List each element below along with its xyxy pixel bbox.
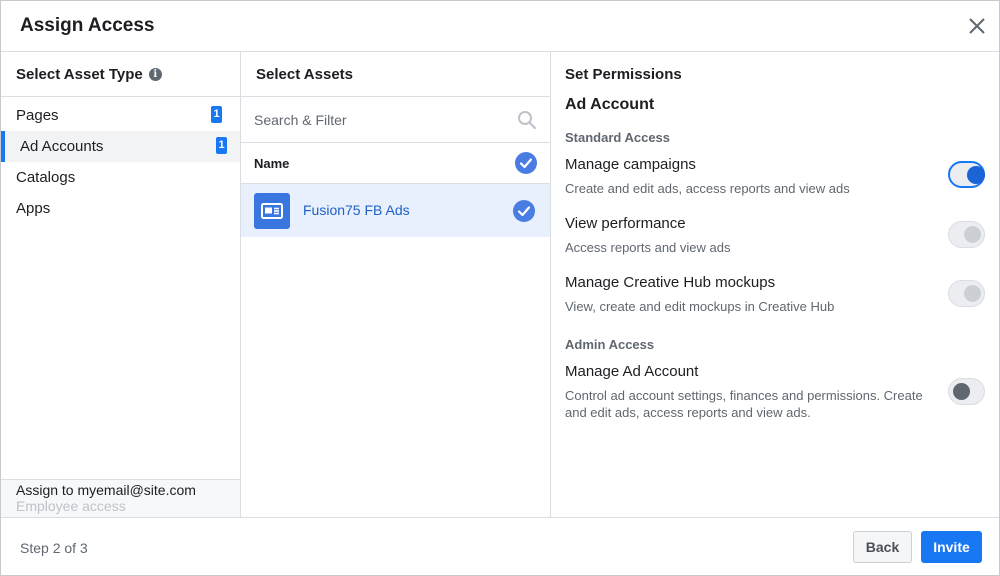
standard-access-label: Standard Access (565, 130, 671, 145)
view-performance-toggle[interactable] (948, 221, 985, 248)
info-icon[interactable]: i (148, 68, 162, 81)
asset-type-catalogs[interactable]: Catalogs (1, 162, 240, 193)
toggle-knob (967, 166, 985, 184)
name-column-header: Name (241, 143, 550, 184)
permissions-column: Set Permissions Ad Account Standard Acce… (551, 52, 999, 517)
permission-section-title: Ad Account (565, 96, 655, 113)
ad-account-icon (254, 193, 290, 229)
selected-check-icon[interactable] (513, 200, 535, 222)
permission-title: View performance (565, 215, 686, 232)
invite-button[interactable]: Invite (921, 531, 982, 563)
asset-row[interactable]: Fusion75 FB Ads (241, 184, 550, 237)
permission-description: View, create and edit mockups in Creativ… (565, 299, 835, 314)
permission-title: Manage campaigns (565, 156, 696, 173)
dialog-footer: Step 2 of 3 Back Invite (1, 517, 999, 575)
asset-type-header: Select Asset Type i (1, 52, 240, 97)
asset-type-apps[interactable]: Apps (1, 193, 240, 224)
permission-description: Control ad account settings, finances an… (565, 388, 923, 420)
assign-to-summary: Assign to myemail@site.com Employee acce… (1, 479, 240, 517)
count-badge: 1 (216, 137, 227, 154)
count-badge: 1 (211, 106, 222, 123)
asset-type-label: Catalogs (16, 169, 76, 186)
select-all-check-icon[interactable] (515, 152, 537, 174)
permissions-header-label: Set Permissions (565, 66, 682, 83)
asset-type-ad-accounts[interactable]: Ad Accounts 1 (1, 131, 240, 162)
search-icon[interactable] (517, 110, 537, 135)
asset-type-label: Ad Accounts (20, 138, 104, 155)
toggle-knob (953, 383, 970, 400)
search-input[interactable] (254, 109, 504, 131)
dialog-title: Assign Access (20, 15, 155, 36)
asset-type-label: Pages (16, 107, 59, 124)
back-button[interactable]: Back (853, 531, 912, 563)
permission-title: Manage Ad Account (565, 363, 699, 380)
dialog-header: Assign Access (1, 1, 999, 52)
assets-header: Select Assets (241, 52, 550, 97)
asset-type-list: Pages 1 Ad Accounts 1 Catalogs Apps (1, 97, 240, 224)
assign-access-dialog: Assign Access Select Asset Type i Pages … (0, 0, 1000, 576)
asset-name: Fusion75 FB Ads (303, 202, 410, 218)
permission-title: Manage Creative Hub mockups (565, 274, 776, 291)
permission-description: Create and edit ads, access reports and … (565, 181, 850, 196)
name-column-label: Name (254, 156, 290, 171)
admin-access-label: Admin Access (565, 337, 655, 352)
close-icon[interactable] (965, 14, 989, 38)
assets-column: Select Assets Name (241, 52, 551, 517)
toggle-knob (964, 226, 981, 243)
asset-type-label: Apps (16, 200, 51, 217)
asset-type-column: Select Asset Type i Pages 1 Ad Accounts … (1, 52, 241, 517)
manage-ad-account-toggle[interactable] (948, 378, 985, 405)
permissions-header: Set Permissions (551, 52, 999, 97)
access-type: Employee access (16, 498, 126, 514)
permission-description: Access reports and view ads (565, 240, 731, 255)
asset-type-header-label: Select Asset Type (16, 66, 143, 83)
manage-campaigns-toggle[interactable] (948, 161, 985, 188)
step-indicator: Step 2 of 3 (20, 540, 88, 556)
assign-to-email: Assign to myemail@site.com (16, 482, 196, 498)
creative-hub-toggle[interactable] (948, 280, 985, 307)
assets-header-label: Select Assets (256, 66, 354, 83)
toggle-knob (964, 285, 981, 302)
asset-type-pages[interactable]: Pages 1 (1, 100, 240, 131)
search-bar (241, 97, 550, 143)
